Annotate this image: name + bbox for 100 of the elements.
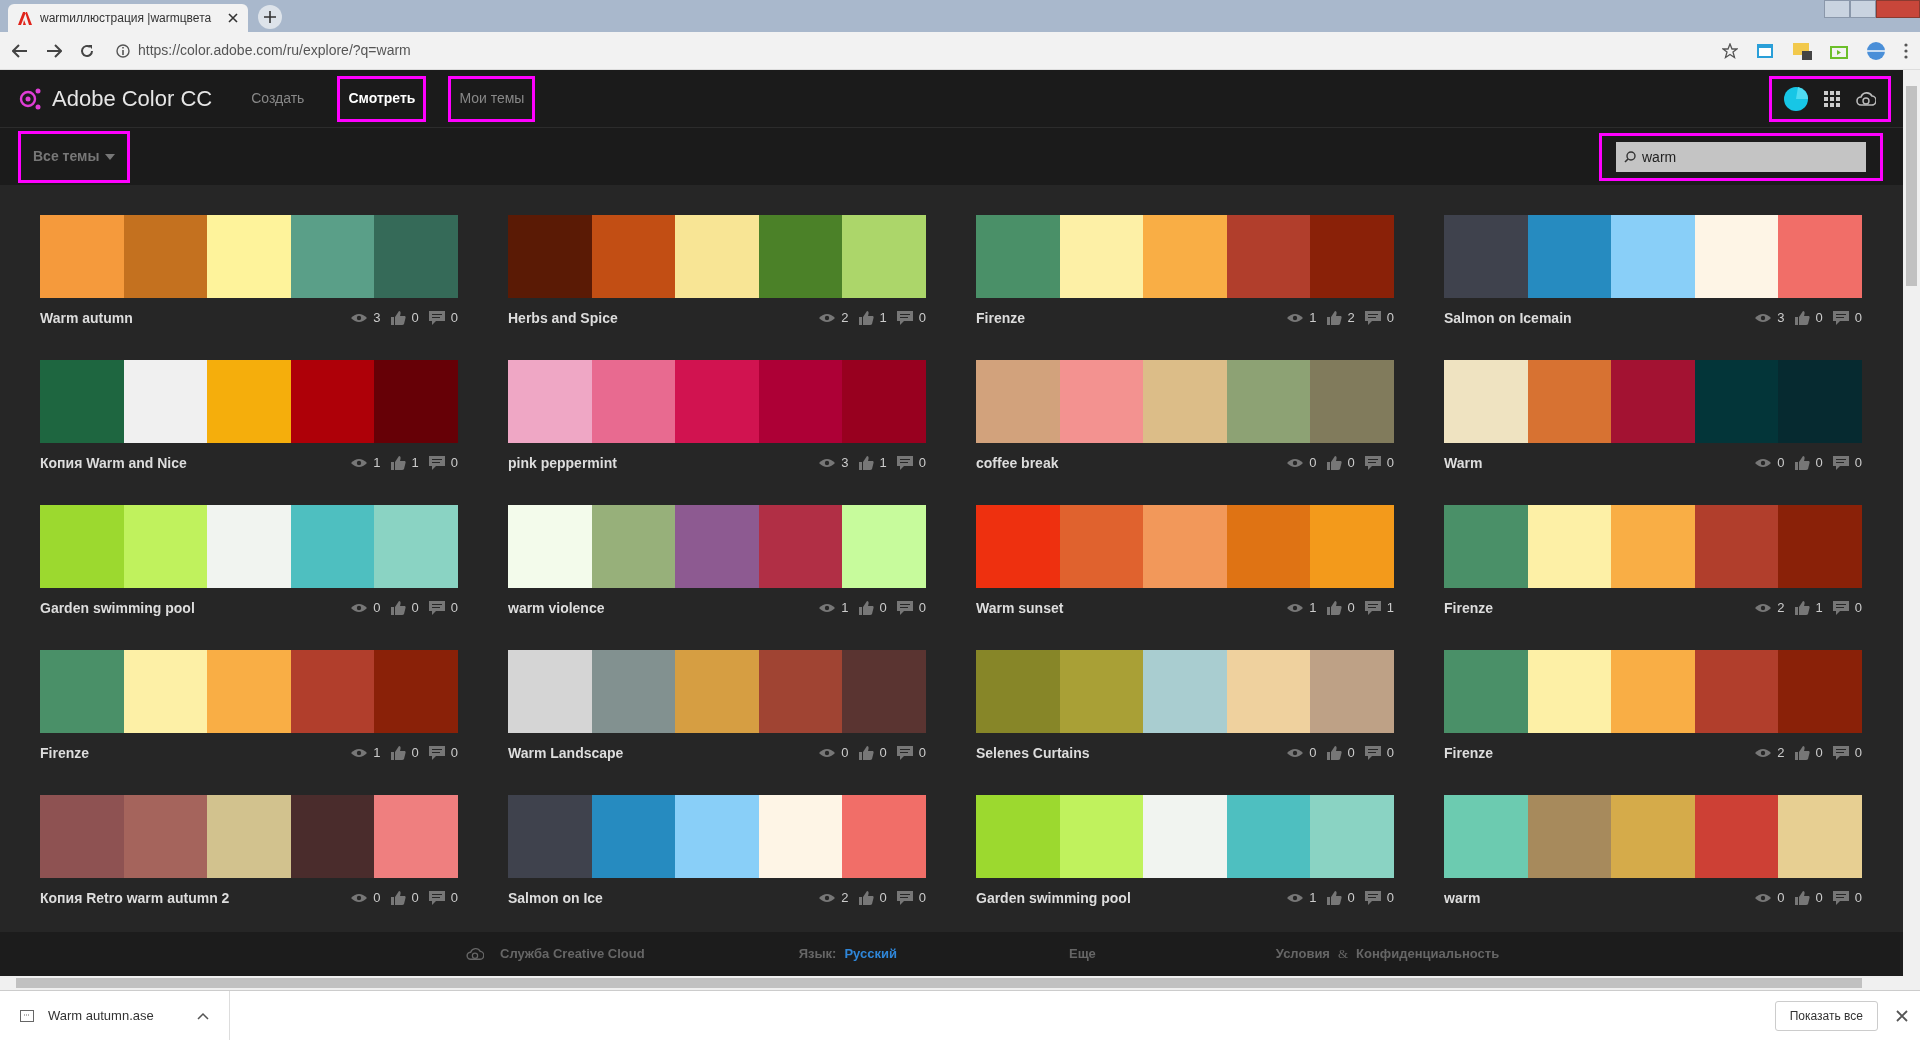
color-swatch[interactable] [123, 795, 208, 878]
color-swatch[interactable] [842, 215, 926, 298]
comment-icon[interactable] [428, 746, 445, 760]
theme-title[interactable]: Salmon on Icemain [1444, 307, 1756, 329]
color-swatch[interactable] [1694, 360, 1779, 443]
color-swatch[interactable] [374, 360, 458, 443]
color-swatch[interactable] [123, 505, 208, 588]
thumbs-up-icon[interactable] [1326, 891, 1342, 905]
filter-dropdown[interactable]: Все темы [18, 130, 131, 183]
thumbs-up-icon[interactable] [1794, 601, 1810, 615]
thumbs-up-icon[interactable] [1326, 456, 1342, 470]
color-swatch[interactable] [842, 650, 926, 733]
color-swatch[interactable] [1611, 795, 1695, 878]
menu-icon[interactable] [1904, 42, 1908, 59]
color-swatch[interactable] [1527, 360, 1612, 443]
color-swatch[interactable] [842, 505, 926, 588]
color-swatch[interactable] [207, 650, 291, 733]
color-swatch[interactable] [758, 650, 843, 733]
cloud-icon[interactable] [1856, 90, 1876, 107]
color-swatch[interactable] [1059, 215, 1144, 298]
theme-title[interactable]: Warm sunset [976, 597, 1288, 619]
color-swatch[interactable] [508, 360, 592, 443]
apps-grid-icon[interactable] [1824, 90, 1840, 107]
scrollbar-thumb[interactable] [1906, 86, 1917, 286]
color-swatch[interactable] [976, 215, 1060, 298]
theme-title[interactable]: Копия Retro warm autumn 2 [40, 887, 352, 909]
color-swatch[interactable] [1143, 505, 1227, 588]
search-field[interactable]: warm [1616, 141, 1866, 172]
thumbs-up-icon[interactable] [1794, 311, 1810, 325]
color-swatch[interactable] [1444, 505, 1528, 588]
thumbs-up-icon[interactable] [858, 456, 874, 470]
theme-title[interactable]: Warm [1444, 452, 1756, 474]
color-swatch[interactable] [976, 360, 1060, 443]
color-swatch[interactable] [40, 650, 124, 733]
thumbs-up-icon[interactable] [858, 601, 874, 615]
color-swatch[interactable] [758, 215, 843, 298]
theme-title[interactable]: Selenes Curtains [976, 742, 1288, 764]
color-swatch[interactable] [374, 505, 458, 588]
close-window-button[interactable] [1876, 0, 1920, 18]
color-swatch[interactable] [290, 795, 375, 878]
theme-title[interactable]: warm violence [508, 597, 820, 619]
theme-title[interactable]: Warm Landscape [508, 742, 820, 764]
comment-icon[interactable] [1364, 456, 1381, 470]
comment-icon[interactable] [428, 456, 445, 470]
thumbs-up-icon[interactable] [1794, 891, 1810, 905]
color-swatch[interactable] [1310, 215, 1394, 298]
color-swatch[interactable] [123, 650, 208, 733]
thumbs-up-icon[interactable] [390, 601, 406, 615]
color-swatch[interactable] [508, 795, 592, 878]
profile-icon[interactable] [1866, 40, 1886, 61]
theme-title[interactable]: Salmon on Ice [508, 887, 820, 909]
color-swatch[interactable] [758, 795, 843, 878]
comment-icon[interactable] [428, 891, 445, 905]
thumbs-up-icon[interactable] [390, 746, 406, 760]
color-swatch[interactable] [1226, 360, 1311, 443]
color-swatch[interactable] [1778, 360, 1862, 443]
comment-icon[interactable] [428, 601, 445, 615]
color-swatch[interactable] [758, 505, 843, 588]
color-swatch[interactable] [1611, 650, 1695, 733]
comment-icon[interactable] [1832, 311, 1849, 325]
comment-icon[interactable] [1832, 891, 1849, 905]
horizontal-scrollbar[interactable] [0, 976, 1903, 990]
thumbs-up-icon[interactable] [858, 311, 874, 325]
color-swatch[interactable] [1527, 795, 1612, 878]
star-icon[interactable] [1722, 42, 1738, 59]
color-swatch[interactable] [374, 215, 458, 298]
color-swatch[interactable] [1778, 215, 1862, 298]
avatar-icon[interactable] [1784, 86, 1808, 111]
color-swatch[interactable] [1778, 795, 1862, 878]
back-icon[interactable] [12, 43, 28, 58]
color-swatch[interactable] [1444, 650, 1528, 733]
comment-icon[interactable] [1364, 746, 1381, 760]
color-swatch[interactable] [1310, 650, 1394, 733]
thumbs-up-icon[interactable] [1794, 456, 1810, 470]
color-swatch[interactable] [207, 505, 291, 588]
reload-icon[interactable] [80, 43, 94, 58]
color-swatch[interactable] [1143, 795, 1227, 878]
color-swatch[interactable] [40, 505, 124, 588]
color-swatch[interactable] [842, 360, 926, 443]
color-swatch[interactable] [675, 505, 759, 588]
color-swatch[interactable] [40, 360, 124, 443]
color-swatch[interactable] [675, 650, 759, 733]
color-swatch[interactable] [1694, 215, 1779, 298]
color-swatch[interactable] [290, 505, 375, 588]
color-swatch[interactable] [1444, 360, 1528, 443]
comment-icon[interactable] [1364, 311, 1381, 325]
language-link[interactable]: Русский [844, 944, 897, 964]
nav-tab[interactable]: Мои темы [448, 75, 536, 122]
color-swatch[interactable] [1226, 505, 1311, 588]
color-swatch[interactable] [591, 650, 676, 733]
comment-icon[interactable] [1832, 746, 1849, 760]
color-swatch[interactable] [1310, 505, 1394, 588]
color-swatch[interactable] [591, 795, 676, 878]
nav-tab[interactable]: Смотреть [337, 75, 427, 122]
show-all-button[interactable]: Показать все [1774, 1000, 1878, 1031]
color-swatch[interactable] [290, 215, 375, 298]
thumbs-up-icon[interactable] [390, 891, 406, 905]
color-swatch[interactable] [1226, 795, 1311, 878]
color-swatch[interactable] [976, 795, 1060, 878]
color-swatch[interactable] [1059, 360, 1144, 443]
